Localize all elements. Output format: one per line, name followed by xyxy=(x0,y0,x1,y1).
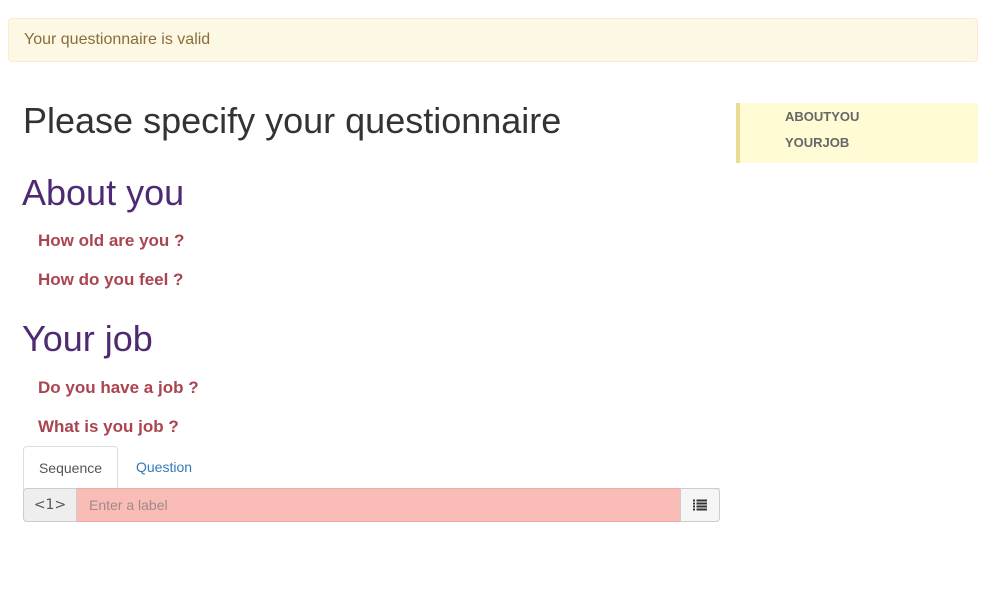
list-icon xyxy=(693,499,707,511)
side-nav-item-aboutyou[interactable]: ABOUTYOU xyxy=(785,109,859,124)
label-input-group: <1> xyxy=(23,488,720,522)
section-title-about-you: About you xyxy=(22,172,185,213)
section-title-your-job: Your job xyxy=(22,318,153,359)
validation-alert: Your questionnaire is valid xyxy=(8,18,978,62)
tab-sequence[interactable]: Sequence xyxy=(23,446,118,490)
component-tabs: Sequence Question xyxy=(23,446,720,490)
list-button[interactable] xyxy=(680,488,720,522)
question-item[interactable]: How do you feel ? xyxy=(38,270,183,290)
sequence-depth-addon: <1> xyxy=(23,488,77,522)
question-item[interactable]: Do you have a job ? xyxy=(38,378,199,398)
question-item[interactable]: How old are you ? xyxy=(38,231,184,251)
question-item[interactable]: What is you job ? xyxy=(38,417,179,437)
tab-question[interactable]: Question xyxy=(121,446,207,489)
label-input[interactable] xyxy=(77,488,680,522)
side-navigation: ABOUTYOU YOURJOB xyxy=(736,103,978,163)
alert-text: Your questionnaire is valid xyxy=(24,31,211,48)
side-nav-item-yourjob[interactable]: YOURJOB xyxy=(785,135,849,150)
page-title: Please specify your questionnaire xyxy=(23,100,562,141)
